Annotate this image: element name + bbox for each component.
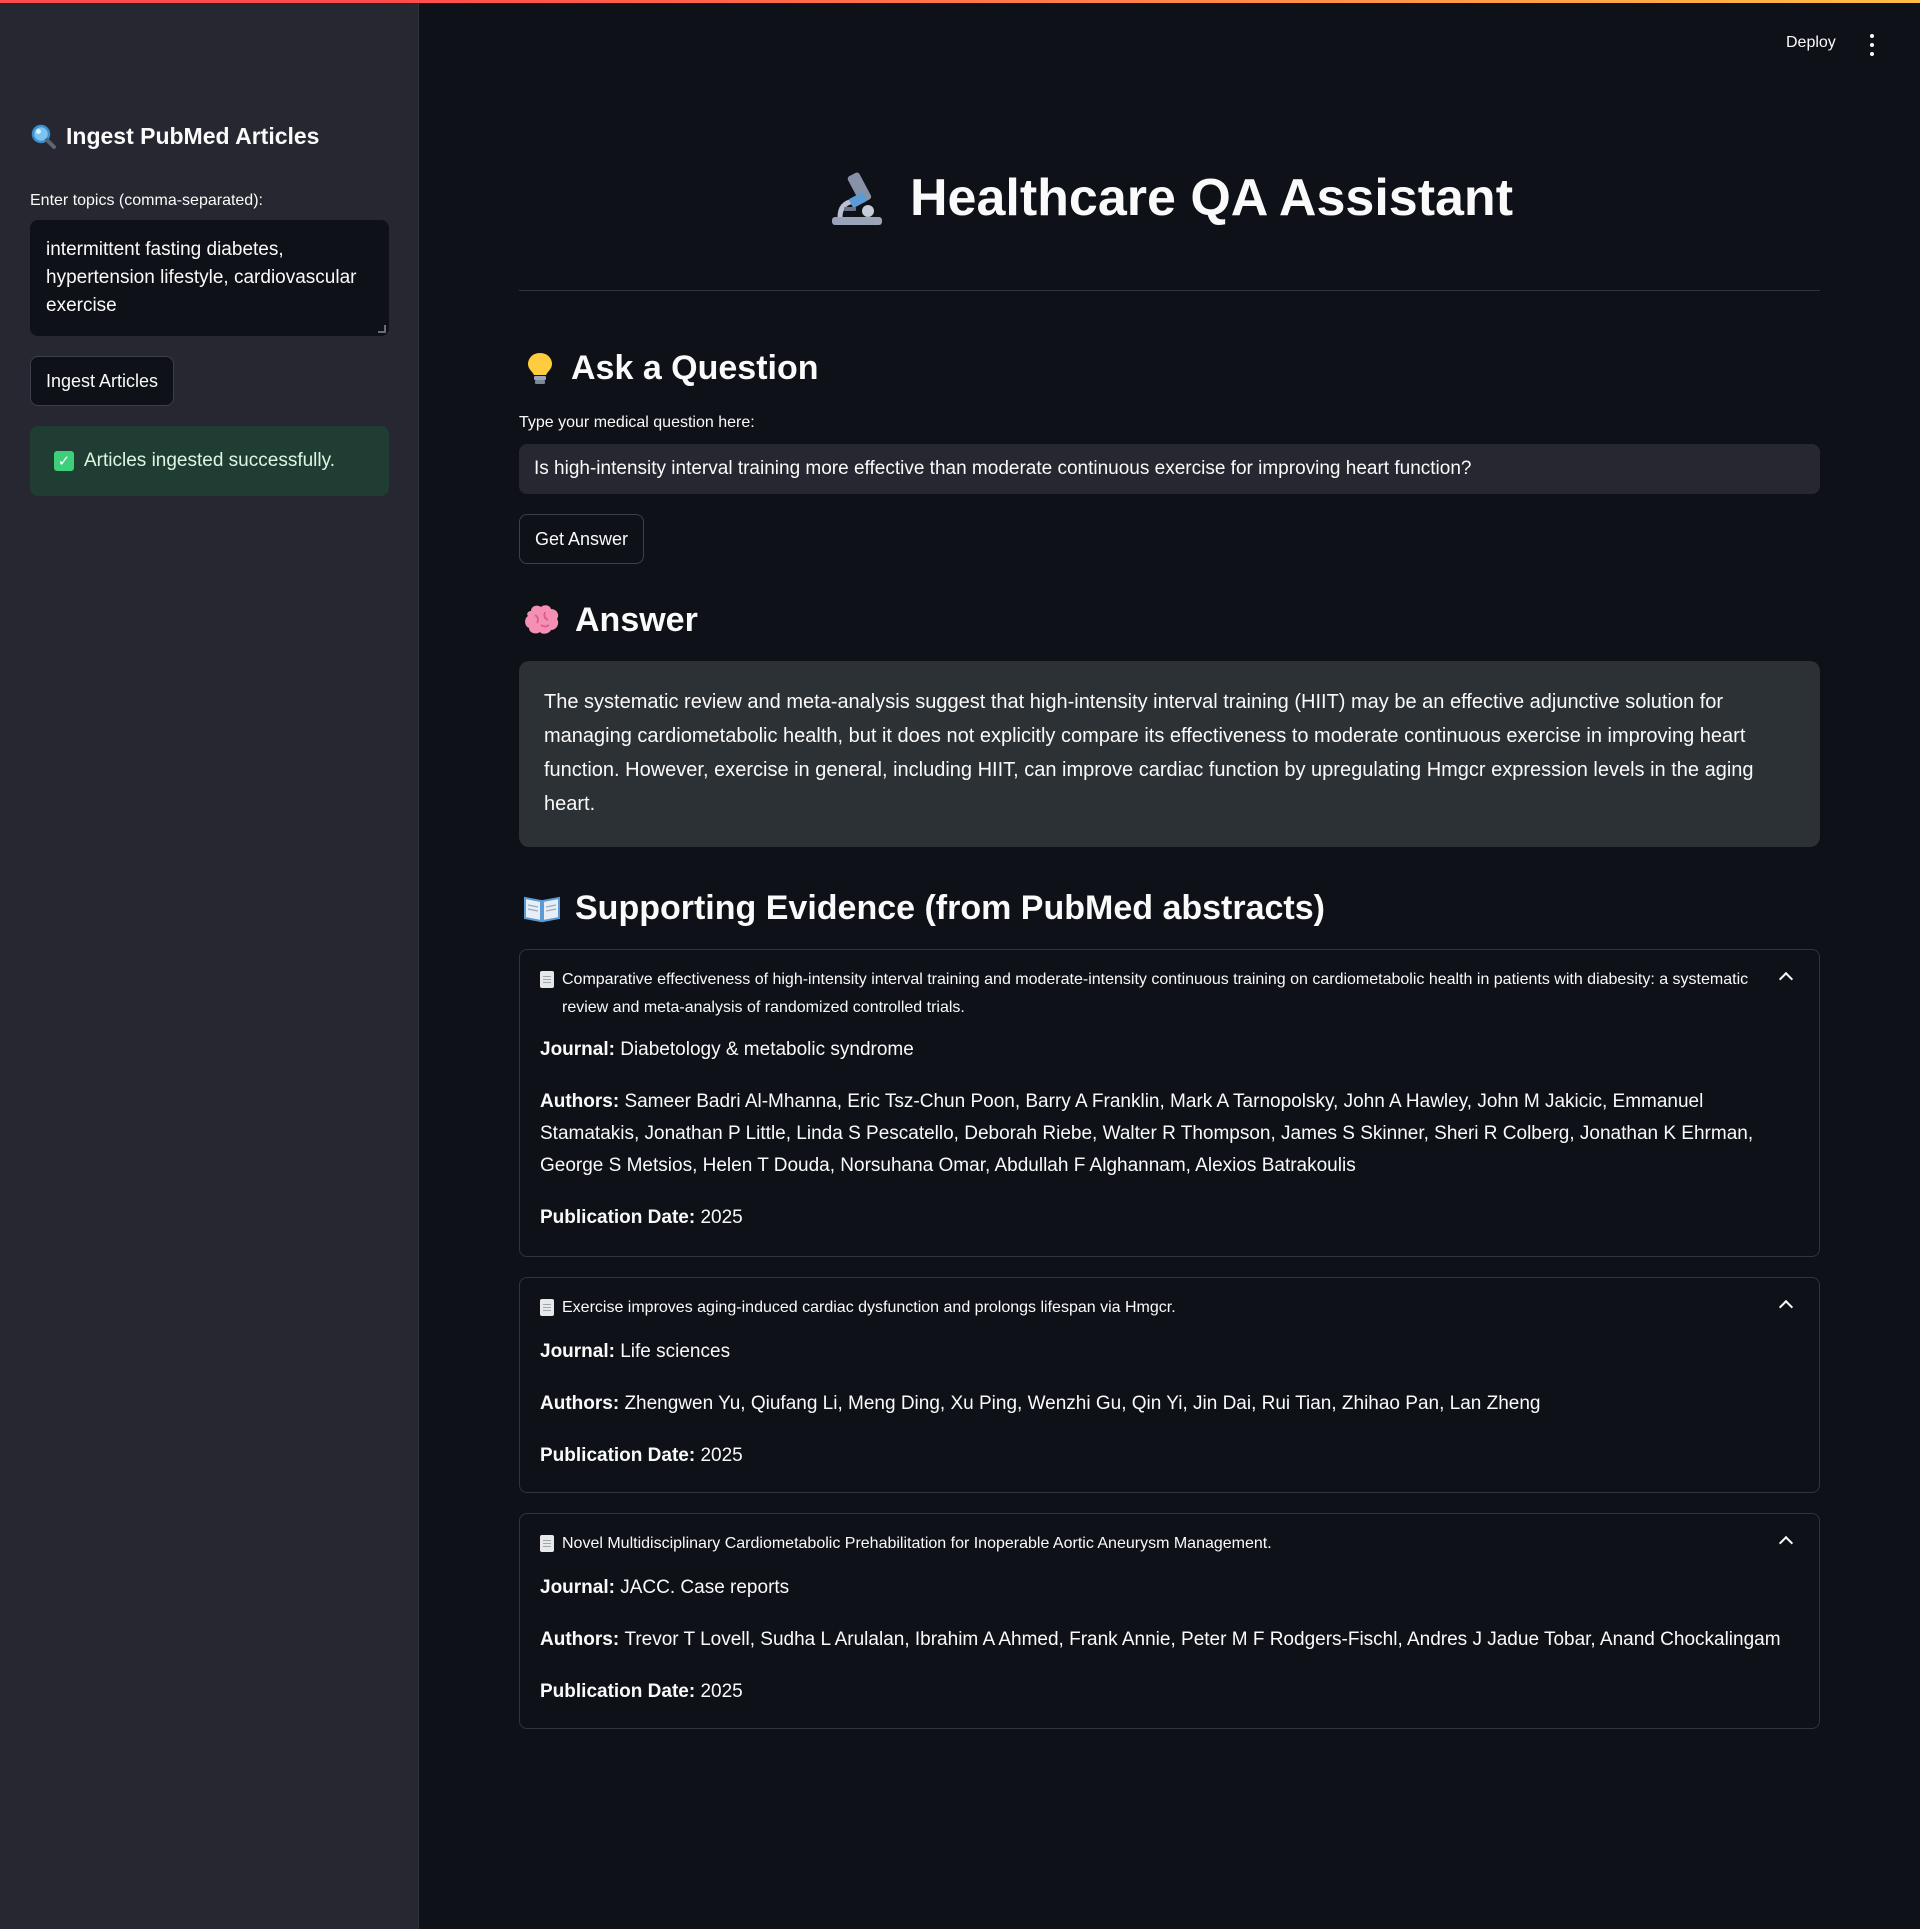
- journal-label: Journal:: [540, 1341, 621, 1362]
- document-icon: [540, 971, 554, 988]
- journal-label: Journal:: [540, 1577, 621, 1598]
- pub-date-row: Publication Date: 2025: [540, 1676, 1799, 1708]
- more-vertical-icon[interactable]: [1866, 34, 1878, 56]
- sidebar-heading: Ingest PubMed Articles: [30, 118, 388, 154]
- journal-row: Journal: Diabetology & metabolic syndrom…: [540, 1034, 1799, 1066]
- pub-date-label: Publication Date:: [540, 1445, 701, 1466]
- authors-row: Authors: Zhengwen Yu, Qiufang Li, Meng D…: [540, 1388, 1799, 1420]
- journal-row: Journal: Life sciences: [540, 1336, 1799, 1368]
- card-header[interactable]: Exercise improves aging-induced cardiac …: [540, 1294, 1799, 1322]
- pub-date-row: Publication Date: 2025: [540, 1202, 1799, 1234]
- evidence-card-3: Novel Multidisciplinary Cardiometabolic …: [519, 1513, 1820, 1729]
- open-book-icon: [524, 896, 560, 923]
- pub-date-row: Publication Date: 2025: [540, 1440, 1799, 1472]
- sidebar: Ingest PubMed Articles Enter topics (com…: [0, 0, 419, 1929]
- question-input[interactable]: Is high-intensity interval training more…: [519, 444, 1820, 494]
- authors-label: Authors:: [540, 1393, 625, 1414]
- topics-textarea[interactable]: intermittent fasting diabetes, hypertens…: [30, 220, 389, 336]
- authors-row: Authors: Trevor T Lovell, Sudha L Arulal…: [540, 1624, 1799, 1656]
- pub-date-value: 2025: [700, 1681, 743, 1702]
- answer-heading: Answer: [523, 598, 698, 642]
- evidence-card-1: Comparative effectiveness of high-intens…: [519, 949, 1820, 1257]
- journal-value: Life sciences: [620, 1341, 731, 1362]
- divider: [519, 290, 1820, 291]
- get-answer-button[interactable]: Get Answer: [519, 514, 645, 564]
- question-label: Type your medical question here:: [519, 414, 755, 431]
- evidence-heading-text: Supporting Evidence (from PubMed abstrac…: [575, 888, 1325, 927]
- page-title: Healthcare QA Assistant: [519, 162, 1820, 234]
- pub-date-label: Publication Date:: [540, 1207, 701, 1228]
- chevron-up-icon[interactable]: [1778, 1299, 1794, 1315]
- document-icon: [540, 1535, 554, 1552]
- authors-value: Sameer Badri Al-Mhanna, Eric Tsz-Chun Po…: [540, 1091, 1754, 1176]
- answer-heading-text: Answer: [575, 600, 698, 639]
- pub-date-value: 2025: [700, 1445, 743, 1466]
- journal-value: JACC. Case reports: [620, 1577, 790, 1598]
- card-title: Comparative effectiveness of high-intens…: [562, 971, 1749, 1016]
- question-value: Is high-intensity interval training more…: [534, 458, 1472, 479]
- authors-row: Authors: Sameer Badri Al-Mhanna, Eric Ts…: [540, 1086, 1799, 1182]
- ingest-articles-button[interactable]: Ingest Articles: [30, 356, 175, 406]
- topics-value: intermittent fasting diabetes, hypertens…: [46, 239, 357, 316]
- card-title: Novel Multidisciplinary Cardiometabolic …: [562, 1535, 1272, 1552]
- topics-label: Enter topics (comma-separated):: [30, 192, 263, 209]
- ask-heading-text: Ask a Question: [571, 348, 819, 387]
- authors-label: Authors:: [540, 1629, 625, 1650]
- magnifier-icon: [31, 124, 56, 149]
- journal-label: Journal:: [540, 1039, 621, 1060]
- microscope-icon: [831, 172, 882, 225]
- success-alert: ✓ Articles ingested successfully.: [30, 426, 389, 496]
- evidence-card-2: Exercise improves aging-induced cardiac …: [519, 1277, 1820, 1493]
- card-header[interactable]: Comparative effectiveness of high-intens…: [540, 966, 1799, 1022]
- authors-label: Authors:: [540, 1091, 625, 1112]
- ask-heading: Ask a Question: [523, 346, 819, 390]
- journal-value: Diabetology & metabolic syndrome: [620, 1039, 914, 1060]
- resize-handle[interactable]: [378, 325, 386, 333]
- brain-icon: [525, 605, 559, 634]
- document-icon: [540, 1299, 554, 1316]
- title-text: Healthcare QA Assistant: [909, 169, 1514, 227]
- chevron-up-icon[interactable]: [1778, 971, 1794, 987]
- app-header-decoration: [0, 0, 1920, 3]
- authors-value: Trevor T Lovell, Sudha L Arulalan, Ibrah…: [624, 1629, 1781, 1650]
- pub-date-label: Publication Date:: [540, 1681, 701, 1702]
- authors-value: Zhengwen Yu, Qiufang Li, Meng Ding, Xu P…: [624, 1393, 1541, 1414]
- success-message: Articles ingested successfully.: [84, 450, 335, 471]
- card-title: Exercise improves aging-induced cardiac …: [562, 1299, 1176, 1316]
- sidebar-heading-text: Ingest PubMed Articles: [66, 122, 320, 149]
- chevron-up-icon[interactable]: [1778, 1535, 1794, 1551]
- answer-text: The systematic review and meta-analysis …: [519, 661, 1820, 847]
- deploy-button[interactable]: Deploy: [1786, 34, 1836, 52]
- lightbulb-icon: [528, 353, 552, 384]
- pub-date-value: 2025: [700, 1207, 743, 1228]
- evidence-heading: Supporting Evidence (from PubMed abstrac…: [523, 886, 1325, 930]
- journal-row: Journal: JACC. Case reports: [540, 1572, 1799, 1604]
- checkmark-icon: ✓: [54, 451, 74, 471]
- card-header[interactable]: Novel Multidisciplinary Cardiometabolic …: [540, 1530, 1799, 1558]
